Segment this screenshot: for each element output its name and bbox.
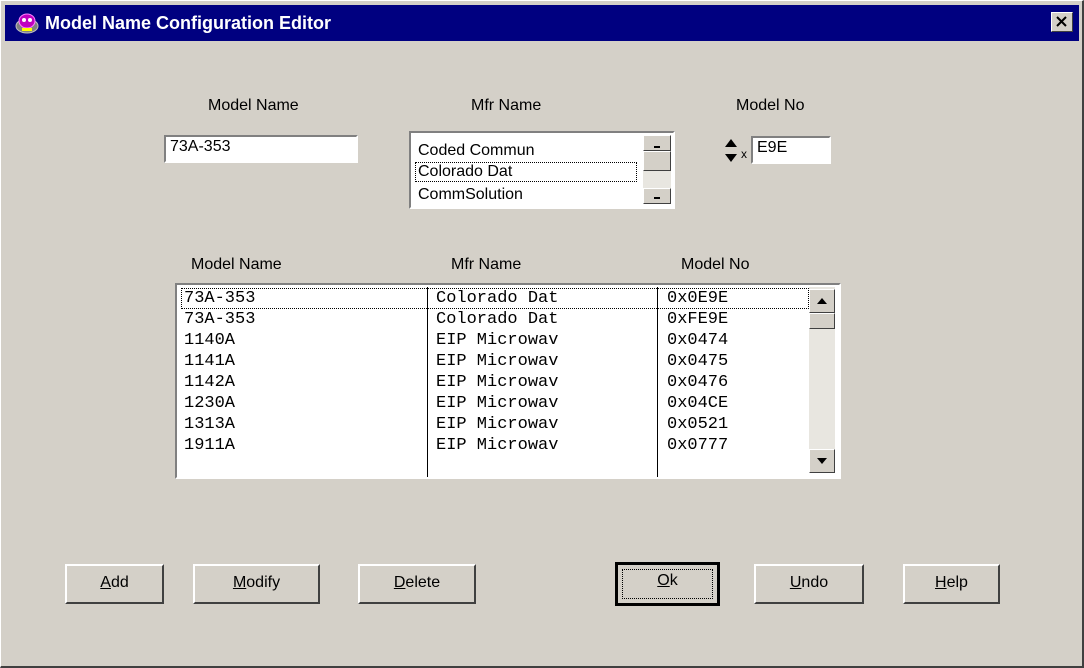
add-button-mnemonic: A (100, 574, 111, 591)
delete-button-mnemonic: D (393, 574, 406, 591)
grid-header-model-name: Model Name (191, 256, 282, 273)
cell-model-no: 0x0475 (667, 352, 729, 371)
cell-model-no: 0x0E9E (667, 289, 729, 308)
table-row[interactable]: 1142A EIP Microwav 0x0476 (181, 372, 809, 393)
model-no-input-value: E9E (757, 139, 788, 156)
delete-button[interactable]: Delete (358, 564, 476, 604)
mfr-scroll-up-button[interactable] (643, 135, 671, 151)
grid-header-mfr-name: Mfr Name (451, 256, 522, 273)
cell-model-name: 1140A (184, 331, 236, 350)
grid-header-model-no: Model No (681, 256, 750, 273)
table-row[interactable]: 1230A EIP Microwav 0x04CE (181, 393, 809, 414)
title-bar[interactable]: Model Name Configuration Editor (5, 5, 1079, 41)
table-row[interactable]: 1141A EIP Microwav 0x0475 (181, 351, 809, 372)
mfr-scroll-thumb[interactable] (643, 151, 671, 171)
model-name-label: Model Name (208, 97, 299, 114)
help-button[interactable]: Help (903, 564, 1000, 604)
undo-button-label: ndo (801, 574, 829, 591)
model-name-input[interactable]: 73A-353 (164, 135, 358, 163)
model-no-spinner[interactable] (722, 136, 740, 166)
help-button-mnemonic: H (935, 574, 947, 591)
table-row[interactable]: 1140A EIP Microwav 0x0474 (181, 330, 809, 351)
model-list[interactable]: 73A-353 Colorado Dat 0x0E9E 73A-353 Colo… (175, 283, 841, 479)
close-button[interactable] (1051, 12, 1073, 32)
cell-model-no: 0x04CE (667, 394, 729, 413)
list-scroll-thumb[interactable] (809, 313, 835, 329)
mfr-scroll-down-button[interactable] (643, 188, 671, 204)
cell-mfr-name: EIP Microwav (436, 352, 559, 371)
ok-button-label: k (669, 572, 678, 589)
cell-model-no: 0x0474 (667, 331, 729, 350)
close-icon (1056, 16, 1067, 27)
list-scroll-up-button[interactable] (809, 289, 835, 313)
scroll-up-icon (654, 146, 660, 148)
table-row-selected[interactable]: 73A-353 Colorado Dat 0x0E9E (181, 288, 809, 309)
ok-button[interactable]: Ok (615, 562, 720, 606)
app-icon (15, 13, 39, 34)
add-button-label: dd (110, 574, 129, 591)
cell-model-no: 0xFE9E (667, 310, 729, 329)
scroll-down-arrow-icon (817, 458, 827, 464)
cell-model-no: 0x0521 (667, 415, 729, 434)
spin-up-icon[interactable] (722, 136, 740, 150)
cell-mfr-name: EIP Microwav (436, 415, 559, 434)
undo-button[interactable]: Undo (754, 564, 864, 604)
add-button[interactable]: Add (65, 564, 164, 604)
cell-mfr-name: Colorado Dat (436, 289, 559, 308)
modify-button-label: odify (246, 574, 281, 591)
mfr-list-item[interactable]: CommSolution (415, 185, 637, 205)
scroll-down-icon (654, 197, 660, 199)
cell-model-no: 0x0476 (667, 373, 729, 392)
cell-model-no: 0x0777 (667, 436, 729, 455)
dialog-window: Model Name Configuration Editor Model Na… (0, 0, 1084, 668)
model-name-input-value: 73A-353 (170, 138, 231, 155)
scroll-up-arrow-icon (817, 298, 827, 304)
list-scroll-down-button[interactable] (809, 449, 835, 473)
cell-model-name: 73A-353 (184, 310, 256, 329)
table-row[interactable]: 1911A EIP Microwav 0x0777 (181, 435, 809, 456)
cell-mfr-name: EIP Microwav (436, 373, 559, 392)
cell-model-name: 1142A (184, 373, 236, 392)
cell-model-name: 73A-353 (184, 289, 256, 308)
model-no-label: Model No (736, 97, 805, 114)
table-row[interactable]: 1313A EIP Microwav 0x0521 (181, 414, 809, 435)
undo-button-mnemonic: U (789, 574, 802, 591)
model-no-input[interactable]: E9E (751, 136, 831, 164)
help-button-label: elp (946, 574, 968, 591)
delete-button-label: elete (405, 574, 441, 591)
ok-button-mnemonic: O (657, 572, 670, 589)
spin-down-icon[interactable] (722, 151, 740, 165)
cell-mfr-name: Colorado Dat (436, 310, 559, 329)
window-title: Model Name Configuration Editor (45, 13, 331, 33)
cell-mfr-name: EIP Microwav (436, 331, 559, 350)
cell-model-name: 1911A (184, 436, 236, 455)
model-no-prefix: x (741, 147, 747, 161)
mfr-name-list[interactable]: Coded Commun Colorado Dat CommSolution (409, 131, 675, 209)
cell-model-name: 1141A (184, 352, 236, 371)
cell-mfr-name: EIP Microwav (436, 436, 559, 455)
cell-model-name: 1230A (184, 394, 236, 413)
modify-button[interactable]: Modify (193, 564, 320, 604)
cell-mfr-name: EIP Microwav (436, 394, 559, 413)
table-row[interactable]: 73A-353 Colorado Dat 0xFE9E (181, 309, 809, 330)
mfr-list-item[interactable]: Coded Commun (415, 141, 637, 161)
cell-model-name: 1313A (184, 415, 236, 434)
modify-button-mnemonic: M (232, 574, 247, 591)
mfr-name-label: Mfr Name (471, 97, 542, 114)
mfr-list-item-selected[interactable]: Colorado Dat (415, 162, 637, 182)
